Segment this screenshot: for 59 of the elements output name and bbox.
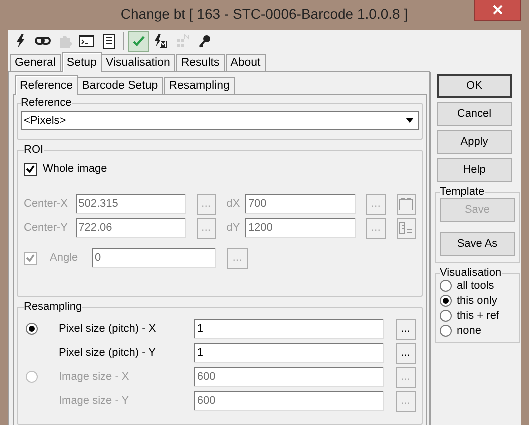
close-icon: [492, 5, 502, 15]
lightning-m-icon: [154, 34, 167, 48]
puzzle-icon: [58, 34, 72, 48]
checkbox[interactable]: [24, 162, 37, 176]
dialog-button[interactable]: Cancel: [437, 102, 512, 126]
tab[interactable]: Setup: [62, 52, 102, 72]
radio-button[interactable]: [26, 323, 38, 335]
group-title: ROI: [24, 144, 44, 156]
key-icon: [198, 34, 210, 48]
radio-button[interactable]: [440, 325, 452, 337]
console-icon: [79, 35, 94, 47]
tab[interactable]: Barcode Setup: [77, 77, 164, 95]
document-icon: [102, 34, 114, 48]
radio-button[interactable]: [440, 310, 452, 322]
tab[interactable]: Reference: [15, 75, 78, 95]
radio-button[interactable]: [440, 295, 452, 307]
tab[interactable]: About: [226, 54, 266, 72]
dialog-button[interactable]: Apply: [437, 130, 512, 154]
chain-link-icon: [34, 37, 50, 45]
field-label: Center-Y: [24, 222, 70, 234]
field-label: dY: [226, 222, 242, 234]
window-title: Change bt [ 163 - STC-0006-Barcode 1.0.0.8 ]: [120, 5, 410, 22]
tab[interactable]: Visualisation: [100, 54, 176, 72]
checkmark-icon: [132, 36, 144, 46]
lightning-icon: [16, 34, 26, 48]
radio-button[interactable]: [440, 280, 452, 292]
browse-button[interactable]: ...: [396, 318, 416, 340]
template-button[interactable]: Save As: [440, 232, 515, 256]
radio-button[interactable]: [26, 371, 38, 383]
checkbox-label: Whole image: [43, 163, 108, 175]
field-label: Image size - X: [58, 371, 130, 383]
group-title: Visualisation: [440, 267, 502, 279]
radio-label: this only: [457, 295, 498, 307]
field-label: Image size - Y: [58, 395, 130, 407]
dialog-button[interactable]: OK: [437, 74, 512, 98]
group-title: Resampling: [24, 301, 82, 313]
tab[interactable]: Results: [176, 54, 225, 72]
frame-icon: [398, 198, 414, 210]
number-field[interactable]: 1: [194, 343, 384, 363]
tab[interactable]: General: [10, 54, 61, 72]
checkbox-label: Angle: [50, 252, 80, 264]
field-label: Pixel size (pitch) - Y: [58, 347, 157, 359]
list-icon: [399, 222, 414, 234]
dialog-button[interactable]: Help: [437, 158, 512, 182]
close-button[interactable]: [474, 0, 521, 21]
caret-icon: [406, 118, 414, 123]
tab[interactable]: Resampling: [164, 77, 235, 95]
field-label: Center-X: [24, 198, 70, 210]
browse-button[interactable]: ...: [396, 342, 416, 364]
reference-dropdown[interactable]: <Pixels>: [21, 111, 419, 130]
grid-icon: [176, 34, 190, 48]
number-field[interactable]: 1: [194, 319, 384, 339]
field-label: dX: [226, 198, 242, 210]
radio-label: this + ref: [457, 310, 500, 322]
field-label: Pixel size (pitch) - X: [58, 323, 158, 335]
radio-label: none: [457, 325, 482, 337]
radio-label: all tools: [457, 280, 494, 292]
group-title: Reference: [21, 97, 72, 109]
group-title: Template: [440, 186, 485, 198]
